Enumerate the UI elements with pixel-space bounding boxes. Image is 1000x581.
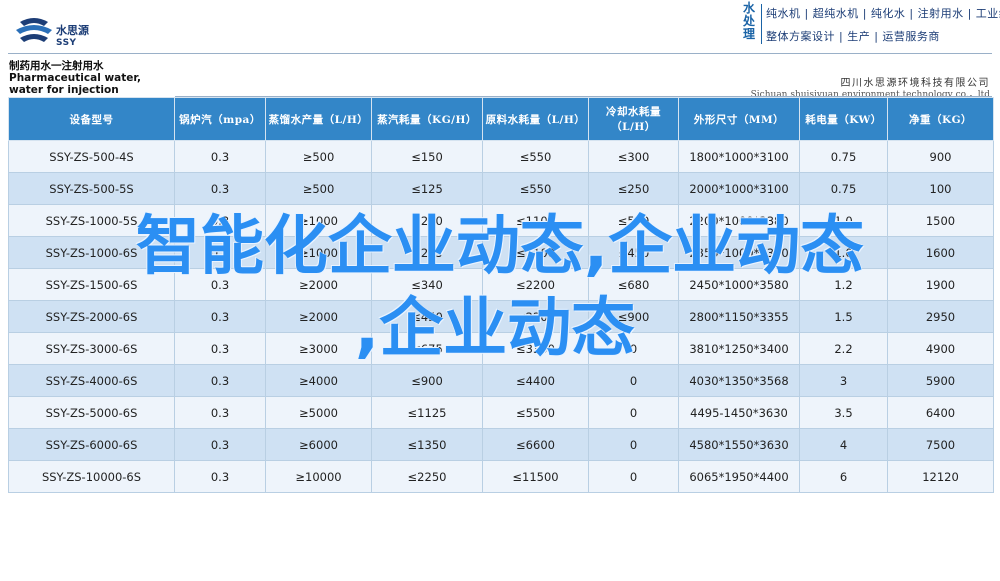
column-header: 锅炉汽（mpa） xyxy=(174,97,266,141)
table-cell: 6 xyxy=(799,460,888,493)
column-header: 蒸馏水产量（L/H） xyxy=(265,97,372,141)
table-cell: ≤6600 xyxy=(482,428,589,461)
table-cell: ≥6000 xyxy=(265,428,372,461)
water-drop-logo-icon xyxy=(16,18,52,42)
table-cell: ≤1125 xyxy=(371,396,483,429)
table-cell: ≤550 xyxy=(482,140,589,173)
table-row: SSY-ZS-500-5S 0.3 ≥500 ≤125 ≤550 ≤250 2000*100… xyxy=(8,172,994,205)
column-header: 耗电量（KW） xyxy=(799,97,888,141)
table-cell: 4495-1450*3630 xyxy=(678,396,800,429)
table-cell: 3.5 xyxy=(799,396,888,429)
table-cell: 0.75 xyxy=(799,172,888,205)
table-cell: 4580*1550*3630 xyxy=(678,428,800,461)
table-cell: SSY-ZS-10000-6S xyxy=(8,460,175,493)
table-cell: ≥500 xyxy=(265,140,372,173)
table-cell: ≤150 xyxy=(371,140,483,173)
table-cell: SSY-ZS-500-4S xyxy=(8,140,175,173)
table-cell: 0.75 xyxy=(799,140,888,173)
overlay-line-1: 智能化企业动态,企业动态 xyxy=(135,210,865,284)
column-header: 净重（KG） xyxy=(887,97,994,141)
table-cell: 0 xyxy=(588,396,679,429)
table-cell: 2000*1000*3100 xyxy=(678,172,800,205)
header-divider xyxy=(8,53,992,54)
table-cell: SSY-ZS-5000-6S xyxy=(8,396,175,429)
overlay-line-2: ,企业动态 xyxy=(354,292,636,366)
table-cell: ≤300 xyxy=(588,140,679,173)
logo-text-en: SSY xyxy=(56,38,77,48)
table-cell: 0.3 xyxy=(174,172,266,205)
table-row: SSY-ZS-500-4S 0.3 ≥500 ≤150 ≤550 ≤300 1800*100… xyxy=(8,140,994,173)
logo-text-cn: 水思源 xyxy=(56,24,89,37)
column-header: 设备型号 xyxy=(8,97,175,141)
column-header: 蒸汽耗量（KG/H） xyxy=(371,97,483,141)
table-cell: SSY-ZS-6000-6S xyxy=(8,428,175,461)
brand-divider xyxy=(761,4,762,44)
table-cell: SSY-ZS-500-5S xyxy=(8,172,175,205)
table-cell: ≤125 xyxy=(371,172,483,205)
brand-vertical-label: 水 处 理 xyxy=(742,1,755,41)
table-cell: 6400 xyxy=(887,396,994,429)
overlay-headline: 智能化企业动态,企业动态 ,企业动态 xyxy=(20,206,980,370)
table-row: SSY-ZS-5000-6S 0.3 ≥5000 ≤1125 ≤5500 0 4495-14… xyxy=(8,396,994,429)
table-cell: 0 xyxy=(588,460,679,493)
table-cell: ≤5500 xyxy=(482,396,589,429)
table-cell: ≥10000 xyxy=(265,460,372,493)
column-header: 冷却水耗量（L/H） xyxy=(588,97,679,141)
table-cell: 0.3 xyxy=(174,140,266,173)
table-cell: 100 xyxy=(887,172,994,205)
table-cell: ≤250 xyxy=(588,172,679,205)
table-cell: ≤2250 xyxy=(371,460,483,493)
table-cell: 6065*1950*4400 xyxy=(678,460,800,493)
slogan-line-1: 纯水机 | 超纯水机 | 纯化水 | 注射用水 | 工业纯水设备 xyxy=(766,7,1000,20)
table-header-row: 设备型号 锅炉汽（mpa） 蒸馏水产量（L/H） 蒸汽耗量（KG/H） 原料水耗… xyxy=(8,97,994,141)
table-row: SSY-ZS-10000-6S 0.3 ≥10000 ≤2250 ≤11500 0 6065… xyxy=(8,460,994,493)
table-cell: 0 xyxy=(588,428,679,461)
product-title: 制药用水一注射用水 Pharmaceutical water, water fo… xyxy=(9,60,142,96)
table-cell: ≥5000 xyxy=(265,396,372,429)
table-cell: 12120 xyxy=(887,460,994,493)
table-cell: ≤11500 xyxy=(482,460,589,493)
table-cell: 0.3 xyxy=(174,460,266,493)
table-cell: 0.3 xyxy=(174,396,266,429)
column-header: 原料水耗量（L/H） xyxy=(482,97,589,141)
table-cell: ≤1350 xyxy=(371,428,483,461)
table-cell: 0.3 xyxy=(174,428,266,461)
table-cell: 1800*1000*3100 xyxy=(678,140,800,173)
table-cell: ≥500 xyxy=(265,172,372,205)
company-logo: 水思源 SSY xyxy=(14,14,114,54)
table-cell: 4 xyxy=(799,428,888,461)
table-cell: 7500 xyxy=(887,428,994,461)
table-row: SSY-ZS-6000-6S 0.3 ≥6000 ≤1350 ≤6600 0 4580*15… xyxy=(8,428,994,461)
slogan-line-2: 整体方案设计 | 生产 | 运营服务商 xyxy=(766,30,940,43)
column-header: 外形尺寸（MM） xyxy=(678,97,800,141)
table-cell: ≤550 xyxy=(482,172,589,205)
table-cell: 900 xyxy=(887,140,994,173)
